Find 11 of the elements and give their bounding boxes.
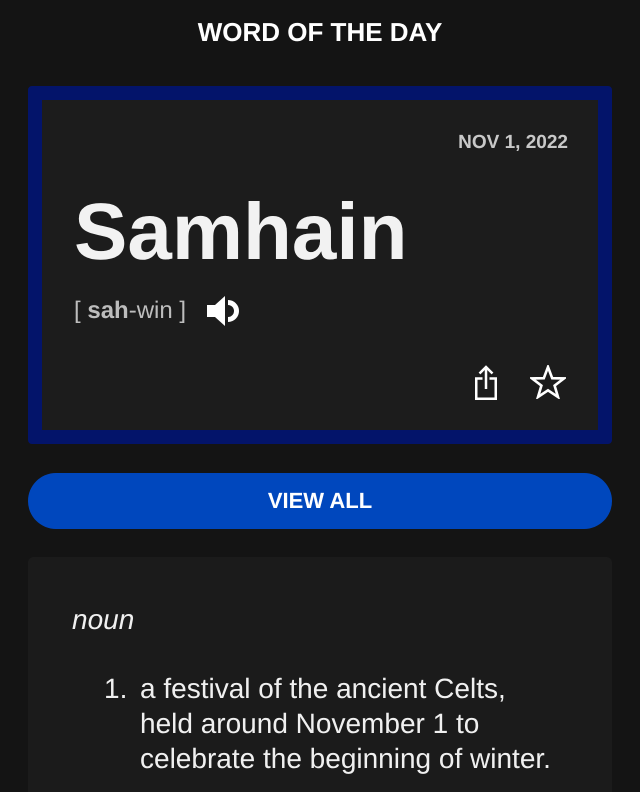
- speaker-icon[interactable]: [206, 294, 240, 328]
- sense-number: 1.: [104, 672, 128, 706]
- share-icon[interactable]: [475, 364, 497, 400]
- definition-text: a festival of the ancient Celts, held around November 1 to celebrate the beginning of winter.: [140, 672, 552, 776]
- view-all-button[interactable]: VIEW ALL: [28, 473, 612, 529]
- headword: Samhain: [74, 187, 408, 277]
- page-title: WORD OF THE DAY: [198, 16, 442, 48]
- part-of-speech: noun: [72, 603, 134, 637]
- date-label: NOV 1, 2022: [458, 132, 568, 154]
- pronunciation-text: [ sah-win ]: [74, 296, 186, 326]
- star-icon[interactable]: [530, 365, 566, 399]
